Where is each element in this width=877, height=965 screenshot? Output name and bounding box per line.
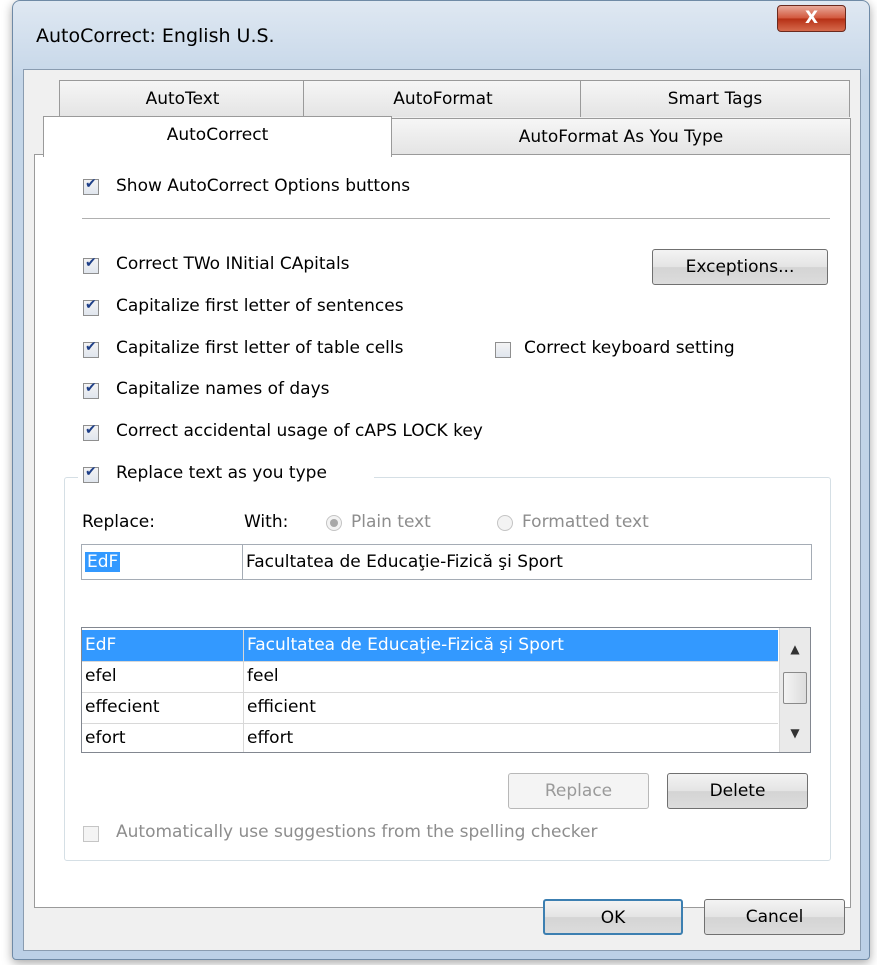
entry-with: Facultatea de Educaţie-Fizică şi Sport: [247, 635, 564, 655]
delete-button[interactable]: Delete: [667, 773, 808, 809]
list-item[interactable]: efel feel: [82, 661, 778, 693]
tab-autoformat-as-you-type[interactable]: AutoFormat As You Type: [391, 118, 851, 155]
tab-autoformat-label: AutoFormat: [393, 89, 493, 109]
separator: [82, 218, 830, 219]
entry-with: effort: [247, 728, 294, 748]
formatted-text-label: Formatted text: [522, 512, 649, 532]
two-initials-label: Correct TWo INitial CApitals: [116, 254, 350, 274]
with-input-value: Facultatea de Educaţie-Fizică şi Sport: [246, 552, 563, 572]
cap-table-cells-checkbox[interactable]: [83, 339, 99, 358]
list-scrollbar[interactable]: ▲ ▼: [779, 628, 810, 752]
cap-days-checkbox[interactable]: [83, 380, 99, 399]
two-initials-checkbox[interactable]: [83, 255, 99, 274]
caps-lock-checkbox[interactable]: [83, 422, 99, 441]
tab-autoformat[interactable]: AutoFormat: [303, 80, 583, 117]
ok-button[interactable]: OK: [543, 899, 683, 935]
show-options-label: Show AutoCorrect Options buttons: [116, 176, 411, 196]
keyboard-setting-label: Correct keyboard setting: [524, 338, 735, 358]
entry-replace: EdF: [82, 630, 244, 661]
list-item[interactable]: efort effort: [82, 723, 778, 752]
replace-input-value: EdF: [85, 552, 121, 572]
list-item[interactable]: effecient efficient: [82, 692, 778, 724]
caps-lock-label: Correct accidental usage of cAPS LOCK ke…: [116, 421, 483, 441]
tab-smart-tags[interactable]: Smart Tags: [580, 80, 850, 117]
with-input[interactable]: Facultatea de Educaţie-Fizică şi Sport: [242, 544, 812, 580]
replace-as-type-checkbox[interactable]: [83, 464, 99, 483]
list-item[interactable]: EdF Facultatea de Educaţie-Fizică şi Spo…: [82, 630, 778, 662]
tab-autotext-label: AutoText: [145, 89, 220, 109]
replace-button[interactable]: Replace: [508, 773, 649, 809]
formatted-text-radio[interactable]: [497, 515, 513, 531]
tab-autotext[interactable]: AutoText: [59, 80, 306, 117]
show-options-checkbox[interactable]: [83, 176, 99, 195]
autocorrect-entries-list[interactable]: EdF Facultatea de Educaţie-Fizică şi Spo…: [81, 627, 811, 753]
tab-autocorrect-label: AutoCorrect: [166, 125, 269, 145]
cap-sentences-checkbox[interactable]: [83, 297, 99, 316]
scroll-down-icon[interactable]: ▼: [780, 720, 810, 746]
entry-with: efficient: [247, 697, 316, 717]
cap-table-cells-label: Capitalize first letter of table cells: [116, 338, 404, 358]
replace-as-type-label: Replace text as you type: [116, 463, 327, 483]
entry-replace: efel: [82, 661, 244, 692]
scroll-up-icon[interactable]: ▲: [780, 636, 810, 662]
tab-autocorrect[interactable]: AutoCorrect: [43, 116, 392, 157]
replace-field-label: Replace:: [82, 512, 155, 532]
cap-sentences-label: Capitalize first letter of sentences: [116, 296, 404, 316]
close-icon: X: [804, 8, 819, 28]
plain-text-radio[interactable]: [326, 515, 342, 531]
entry-with: feel: [247, 666, 279, 686]
exceptions-button[interactable]: Exceptions...: [652, 249, 828, 285]
plain-text-label: Plain text: [351, 512, 431, 532]
cancel-button[interactable]: Cancel: [704, 899, 845, 935]
suggestions-checkbox[interactable]: [83, 826, 99, 842]
window-title: AutoCorrect: English U.S.: [36, 25, 275, 47]
tab-autoformat-as-you-type-label: AutoFormat As You Type: [518, 127, 724, 147]
suggestions-label: Automatically use suggestions from the s…: [116, 822, 598, 842]
tab-smart-tags-label: Smart Tags: [667, 89, 763, 109]
entry-replace: efort: [82, 723, 244, 752]
replace-input[interactable]: EdF: [81, 544, 243, 580]
scroll-thumb[interactable]: [783, 672, 807, 704]
keyboard-setting-checkbox[interactable]: [495, 342, 511, 358]
close-button[interactable]: X: [777, 5, 846, 32]
with-field-label: With:: [244, 512, 289, 532]
cap-days-label: Capitalize names of days: [116, 379, 330, 399]
entry-replace: effecient: [82, 692, 244, 723]
